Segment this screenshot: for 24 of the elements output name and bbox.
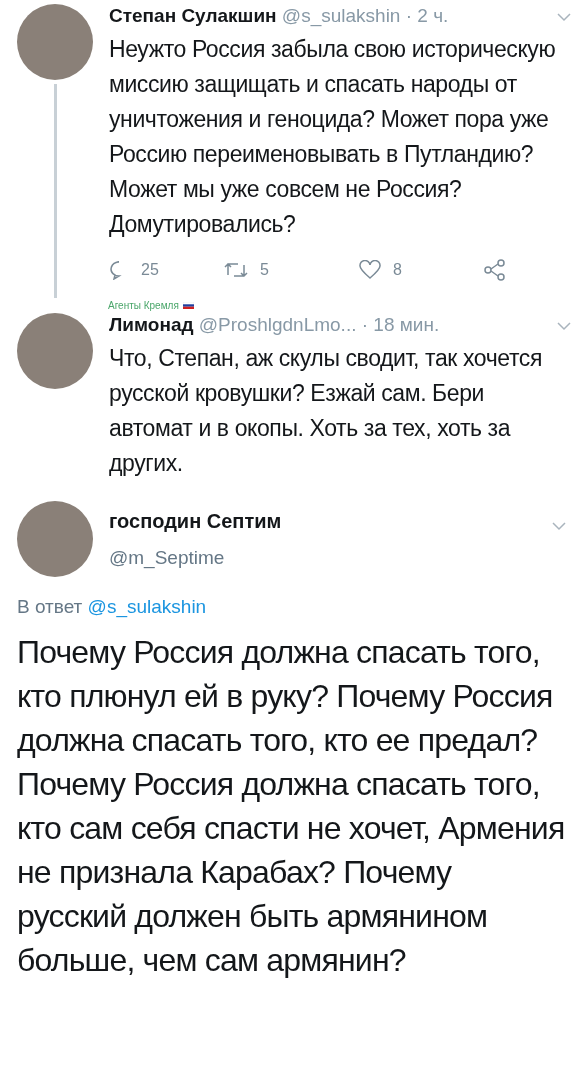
tweet-text: Что, Степан, аж скулы сводит, так хочется русской кровушки? Езжай сам. Бери автомат и в окопы. Хоть за тех, хоть за других. [109,344,543,478]
user-name[interactable]: Лимонад [109,314,194,335]
retweet-icon[interactable] [224,261,248,279]
chevron-down-icon[interactable] [556,321,572,331]
tweet-text: Неужто Россия забыла свою историческую миссию защищать и спасать народы от уничтожения и геноцида? Может пора уже Россию переименовывать в Путландию? Может мы уже совсем не Россия? Домутировались? [109,35,557,239]
heart-icon[interactable] [359,260,381,280]
user-name[interactable]: господин Септим [109,505,535,536]
reply-count: 25 [141,260,159,280]
like-count: 8 [393,260,402,280]
flag-icon [182,302,194,309]
reply-context: В ответ @s_sulakshin [17,595,208,620]
user-handle[interactable]: @m_Septime [109,543,535,573]
community-label: Агенты Кремля [108,299,179,313]
user-name[interactable]: Степан Сулакшин [109,5,277,26]
chevron-down-icon[interactable] [556,12,572,22]
chevron-down-icon[interactable] [551,521,567,531]
share-icon[interactable] [484,259,506,281]
tweet-time: · 2 ч. [405,5,449,26]
user-handle[interactable]: @s_sulakshin [281,5,401,26]
user-handle[interactable]: @ProshlgdnLmo... [198,314,357,335]
main-tweet-text: Почему Россия должна спасать того, кто плюнул ей в руку? Почему Россия должна спасать того, кто ее предал? Почему Россия должна спасать того, кто сам себя спасти не хочет, Армения не признала Карабах? Почему русский должен быть армянином больше, чем сам армянин? [17,632,566,980]
tweet-time: · 18 мин. [361,314,440,335]
retweet-count: 5 [260,260,269,280]
reply-to-link[interactable]: @s_sulakshin [87,596,207,617]
